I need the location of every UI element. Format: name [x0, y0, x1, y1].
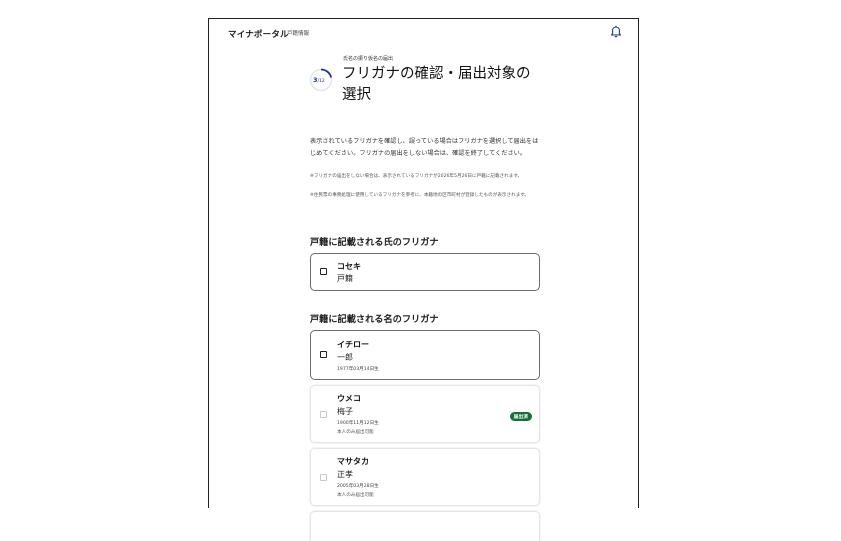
given-name-checkbox[interactable] [320, 351, 327, 358]
status-badge: 届出済 [509, 412, 532, 421]
given-name-card[interactable]: マサタカ 正孝 2005年03月28日生 本人のみ届出可能 [310, 448, 540, 506]
given-name-date: 1900年11月12日生 [337, 421, 379, 426]
given-name-checkbox[interactable] [320, 474, 327, 481]
given-name-kanji: 正孝 [337, 470, 353, 479]
given-name-kana: イチロー [337, 340, 369, 349]
note-source: ※住民票の事務処理に使用しているフリガナを参考に、本籍地の区市町村が登録したもの… [310, 193, 530, 198]
given-section-heading: 戸籍に記載される名のフリガナ [310, 314, 439, 325]
given-name-date: 2005年03月28日生 [337, 484, 379, 489]
page-description: 表示されているフリガナを確認し、誤っている場合はフリガナを選択して届出をはじめて… [310, 138, 539, 157]
given-name-restriction: 本人のみ届出可能 [337, 493, 374, 498]
step-total: /12 [317, 79, 325, 84]
given-name-checkbox[interactable] [320, 411, 327, 418]
given-name-kanji: 一郎 [337, 353, 353, 362]
app-frame: マイナポータル 戸籍情報 氏名の振り仮名の届出 3/12 フリガナの確認・届出対… [208, 18, 639, 541]
brand-logo[interactable]: マイナポータル [228, 28, 289, 40]
brand-subtitle: 戸籍情報 [287, 31, 310, 37]
page-title: フリガナの確認・届出対象の選択 [342, 66, 531, 103]
given-name-card[interactable]: ウメコ 梅子 1900年11月12日生 本人のみ届出可能 届出済 [310, 385, 540, 443]
given-name-kana: ウメコ [337, 394, 361, 403]
given-name-card[interactable] [310, 511, 540, 541]
bell-icon[interactable] [610, 25, 622, 39]
given-name-restriction: 本人のみ届出可能 [337, 430, 374, 435]
given-name-date: 1977年03月14日生 [337, 367, 379, 372]
given-name-kana: マサタカ [337, 457, 369, 466]
note-no-submission: ※フリガナの届出をしない場合は、表示されているフリガナが2026年5月26日に戸… [310, 174, 523, 179]
app-header: マイナポータル 戸籍情報 [209, 19, 638, 47]
surname-kana: コセキ [337, 262, 361, 271]
step-indicator: 3/12 [313, 76, 325, 84]
given-name-card[interactable]: イチロー 一郎 1977年03月14日生 [310, 330, 540, 380]
given-name-kanji: 梅子 [337, 407, 353, 416]
surname-section-heading: 戸籍に記載される氏のフリガナ [310, 237, 439, 248]
surname-card[interactable]: コセキ 戸籍 [310, 253, 540, 291]
page-eyebrow: 氏名の振り仮名の届出 [343, 56, 394, 62]
surname-kanji: 戸籍 [337, 274, 353, 283]
surname-checkbox[interactable] [320, 268, 327, 275]
